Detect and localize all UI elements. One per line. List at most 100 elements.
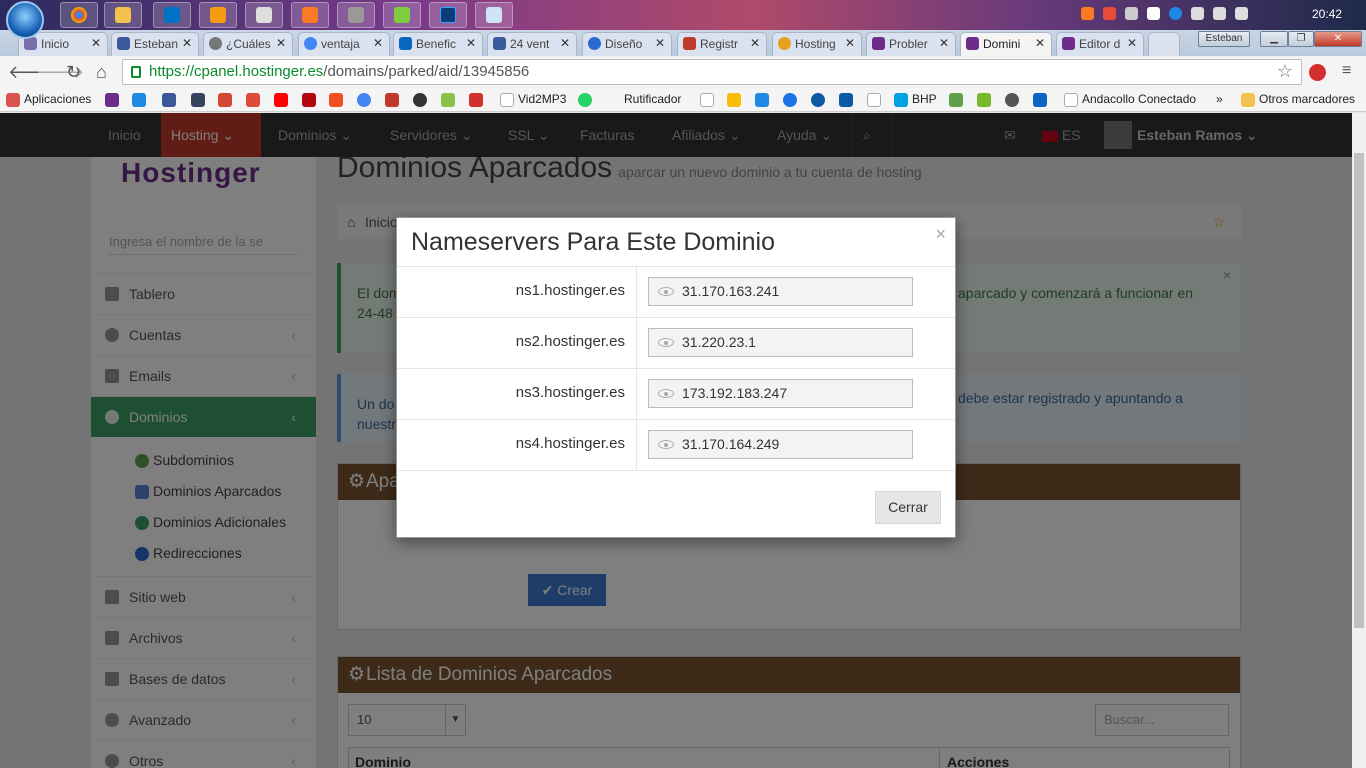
eye-icon [658,389,674,398]
nameserver-ip-field[interactable]: 173.192.183.247 [648,379,913,408]
bookmark[interactable] [469,92,487,107]
maximize-button[interactable]: ❐ [1288,31,1314,47]
bookmark[interactable] [105,92,123,107]
bookmark-bhp[interactable]: BHP [894,92,937,107]
bookmark-andacollo[interactable]: Andacollo Conectado [1064,92,1196,107]
home-icon[interactable]: ⌂ [96,62,107,83]
bookmark-vid2mp3[interactable]: Vid2MP3 [500,92,566,107]
close-tab-icon[interactable]: ✕ [466,36,476,50]
system-tray: 20:42 [1076,0,1366,30]
bookmark[interactable] [867,92,885,107]
browser-tab[interactable]: Editor d ✕ [1056,32,1144,56]
notepad-icon[interactable] [337,2,375,28]
tray-app-icon[interactable] [1103,7,1116,20]
start-button[interactable] [6,1,44,39]
reload-icon[interactable]: ↻ [66,62,81,83]
close-tab-icon[interactable]: ✕ [91,36,101,50]
tray-app-icon[interactable] [1169,7,1182,20]
bookmark[interactable] [811,92,829,107]
bookmark[interactable] [727,92,745,107]
chrome-icon[interactable] [60,2,98,28]
clock[interactable]: 20:42 [1312,7,1342,21]
close-tab-icon[interactable]: ✕ [1127,36,1137,50]
bookmark[interactable] [441,92,459,107]
browser-tab[interactable]: ventaja ✕ [298,32,390,56]
close-tab-icon[interactable]: ✕ [845,36,855,50]
other-bookmarks[interactable]: Otros marcadores [1241,92,1355,107]
facebook-icon [162,92,176,107]
bookmarks-overflow[interactable]: » [1216,92,1223,106]
new-tab-button[interactable] [1148,32,1180,56]
close-tab-icon[interactable]: ✕ [1035,36,1045,50]
address-bar[interactable]: https://cpanel.hostinger.es/domains/park… [122,59,1302,85]
bookmark-apps[interactable]: Aplicaciones [6,92,91,107]
flag-icon[interactable] [1147,7,1160,20]
bookmark[interactable] [191,92,209,107]
tray-app-icon[interactable] [1125,7,1138,20]
scrollbar-thumb[interactable] [1354,153,1364,628]
xampp-icon[interactable] [291,2,329,28]
bookmark[interactable] [385,92,403,107]
xampp-tray-icon[interactable] [1081,7,1094,20]
power-icon[interactable] [1191,7,1204,20]
nameserver-ip-field[interactable]: 31.220.23.1 [648,328,913,357]
gr-icon [469,92,483,107]
bookmark[interactable] [977,92,995,107]
close-window-button[interactable]: ✕ [1314,31,1362,47]
network-icon[interactable] [1213,7,1226,20]
browser-tab[interactable]: ¿Cuáles ✕ [203,32,293,56]
profile-button[interactable]: Esteban [1198,31,1250,47]
media-player-icon[interactable] [199,2,237,28]
bookmark[interactable] [302,92,320,107]
cerrar-button[interactable]: Cerrar [875,491,941,524]
browser-tab[interactable]: Probler ✕ [866,32,956,56]
bookmark[interactable] [132,92,150,107]
bookmark[interactable] [357,92,375,107]
bookmark[interactable] [783,92,801,107]
browser-tab[interactable]: Registr ✕ [677,32,767,56]
minimize-button[interactable]: ▁ [1260,31,1288,47]
bookmark[interactable] [700,92,718,107]
browser-tab-active[interactable]: Domini ✕ [960,32,1052,56]
bookmark-rutificador[interactable]: Rutificador [606,92,681,107]
close-tab-icon[interactable]: ✕ [939,36,949,50]
close-tab-icon[interactable]: ✕ [276,36,286,50]
close-tab-icon[interactable]: ✕ [560,36,570,50]
close-tab-icon[interactable]: ✕ [655,36,665,50]
browser-tab[interactable]: Esteban ✕ [111,32,199,56]
bookmark[interactable] [578,92,596,107]
tab-label: Registr [700,37,739,51]
nameserver-ip-field[interactable]: 31.170.164.249 [648,430,913,459]
app-icon[interactable] [245,2,283,28]
extension-icon[interactable] [1309,64,1326,81]
menu-icon[interactable]: ≡ [1342,62,1351,80]
bookmark[interactable] [246,92,264,107]
browser-tab[interactable]: Diseño ✕ [582,32,672,56]
bookmark[interactable] [413,92,431,107]
bookmark[interactable] [1005,92,1023,107]
volume-icon[interactable] [1235,7,1248,20]
bookmark[interactable] [755,92,773,107]
file-explorer-icon[interactable] [104,2,142,28]
bookmark-star-icon[interactable]: ☆ [1277,59,1293,83]
browser-tab[interactable]: 24 vent ✕ [487,32,577,56]
evernote-icon[interactable] [383,2,421,28]
close-icon[interactable]: × [935,224,946,245]
page-scrollbar[interactable] [1352,113,1366,768]
bookmark[interactable] [162,92,180,107]
bookmark[interactable] [329,92,347,107]
browser-tab[interactable]: Benefic ✕ [393,32,483,56]
bookmark[interactable] [839,92,857,107]
close-tab-icon[interactable]: ✕ [750,36,760,50]
outlook-icon[interactable] [153,2,191,28]
bookmark[interactable] [274,92,292,107]
bookmark[interactable] [949,92,967,107]
bookmark[interactable] [1033,92,1051,107]
browser-tab[interactable]: Hosting ✕ [772,32,862,56]
files-icon[interactable] [475,2,513,28]
close-tab-icon[interactable]: ✕ [373,36,383,50]
close-tab-icon[interactable]: ✕ [182,36,192,50]
photoshop-icon[interactable] [429,2,467,28]
nameserver-ip-field[interactable]: 31.170.163.241 [648,277,913,306]
bookmark[interactable] [218,92,236,107]
